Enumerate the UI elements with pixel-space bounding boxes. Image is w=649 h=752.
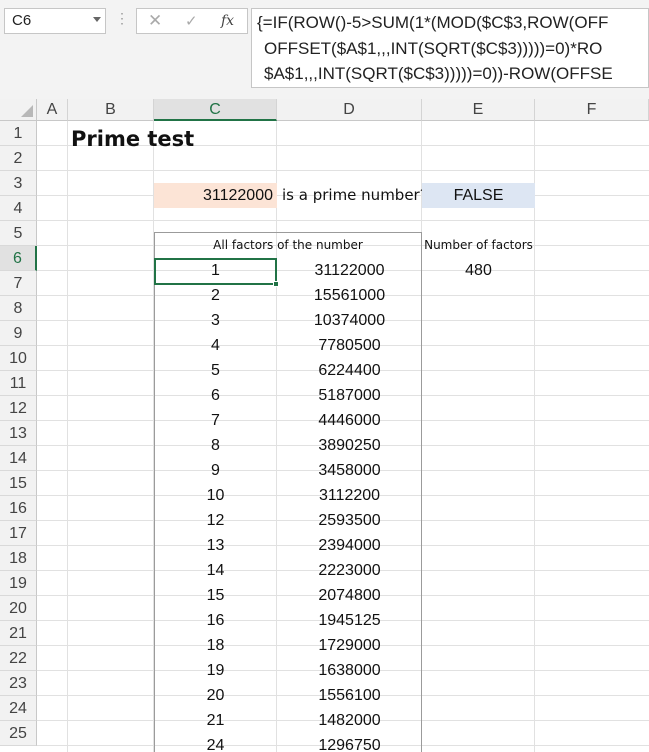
column-header-f[interactable]: F (535, 99, 649, 121)
chevron-down-icon[interactable] (93, 17, 101, 22)
row-header-7[interactable]: 7 (0, 271, 37, 296)
formula-line: OFFSET($A$1,,,INT(SQRT($C$3)))))=0)*RO (264, 39, 603, 58)
row-header-22[interactable]: 22 (0, 646, 37, 671)
factor-count-value[interactable]: 480 (422, 258, 535, 283)
cancel-icon[interactable]: ✕ (148, 11, 162, 31)
fill-handle[interactable] (273, 281, 279, 287)
column-header-e[interactable]: E (422, 99, 535, 121)
row-header-25[interactable]: 25 (0, 721, 37, 746)
column-header-c[interactable]: C (154, 99, 277, 121)
row-header-18[interactable]: 18 (0, 546, 37, 571)
formula-line: $A$1,,,INT(SQRT($C$3)))))=0))-ROW(OFFSE (264, 64, 613, 83)
name-box-value: C6 (12, 12, 32, 29)
row-header-3[interactable]: 3 (0, 171, 37, 196)
gridline (37, 170, 649, 171)
column-header-b[interactable]: B (68, 99, 154, 121)
name-box[interactable]: C6 (4, 8, 106, 34)
formula-bar-area: C6 ⋮ ✕ ✓ fx {=IF(ROW()-5>SUM(1*(MOD($C$3… (0, 0, 649, 99)
row-header-17[interactable]: 17 (0, 521, 37, 546)
row-header-6[interactable]: 6 (0, 246, 37, 271)
row-header-10[interactable]: 10 (0, 346, 37, 371)
row-header-5[interactable]: 5 (0, 221, 37, 246)
insert-function-icon[interactable]: fx (221, 13, 234, 29)
formula-input[interactable]: {=IF(ROW()-5>SUM(1*(MOD($C$3,ROW(OFF OFF… (251, 8, 649, 88)
row-header-8[interactable]: 8 (0, 296, 37, 321)
enter-icon[interactable]: ✓ (185, 12, 198, 30)
column-header-d[interactable]: D (277, 99, 422, 121)
worksheet-grid[interactable]: A B C D E F 1 2 3 4 5 6 7 8 9 10 11 12 13 14 15 16 17 18 1… (0, 99, 649, 752)
factor-table-border (154, 232, 422, 752)
row-header-13[interactable]: 13 (0, 421, 37, 446)
active-cell-selection[interactable] (154, 258, 277, 285)
formula-buttons: ✕ ✓ fx (136, 8, 248, 34)
column-header-a[interactable]: A (37, 99, 68, 121)
prime-result-cell[interactable]: FALSE (422, 183, 535, 208)
gridline (37, 220, 649, 221)
row-header-16[interactable]: 16 (0, 496, 37, 521)
row-header-15[interactable]: 15 (0, 471, 37, 496)
row-header-19[interactable]: 19 (0, 571, 37, 596)
gridline (67, 121, 68, 752)
row-header-23[interactable]: 23 (0, 671, 37, 696)
gridline (534, 121, 535, 752)
question-label[interactable]: is a prime number? (282, 183, 428, 208)
row-header-1[interactable]: 1 (0, 121, 37, 146)
select-all-button[interactable] (0, 99, 37, 121)
row-header-21[interactable]: 21 (0, 621, 37, 646)
sheet-title[interactable]: Prime test (71, 127, 271, 152)
row-header-2[interactable]: 2 (0, 146, 37, 171)
formula-line: {=IF(ROW()-5>SUM(1*(MOD($C$3,ROW(OFF (257, 13, 609, 32)
row-header-9[interactable]: 9 (0, 321, 37, 346)
row-header-11[interactable]: 11 (0, 371, 37, 396)
row-header-4[interactable]: 4 (0, 196, 37, 221)
number-input-cell[interactable]: 31122000 (154, 183, 277, 208)
factor-count-header[interactable]: Number of factors (422, 233, 535, 258)
more-options-icon[interactable]: ⋮ (115, 10, 129, 27)
row-header-12[interactable]: 12 (0, 396, 37, 421)
row-header-24[interactable]: 24 (0, 696, 37, 721)
row-header-14[interactable]: 14 (0, 446, 37, 471)
row-header-20[interactable]: 20 (0, 596, 37, 621)
select-all-icon (21, 105, 33, 117)
